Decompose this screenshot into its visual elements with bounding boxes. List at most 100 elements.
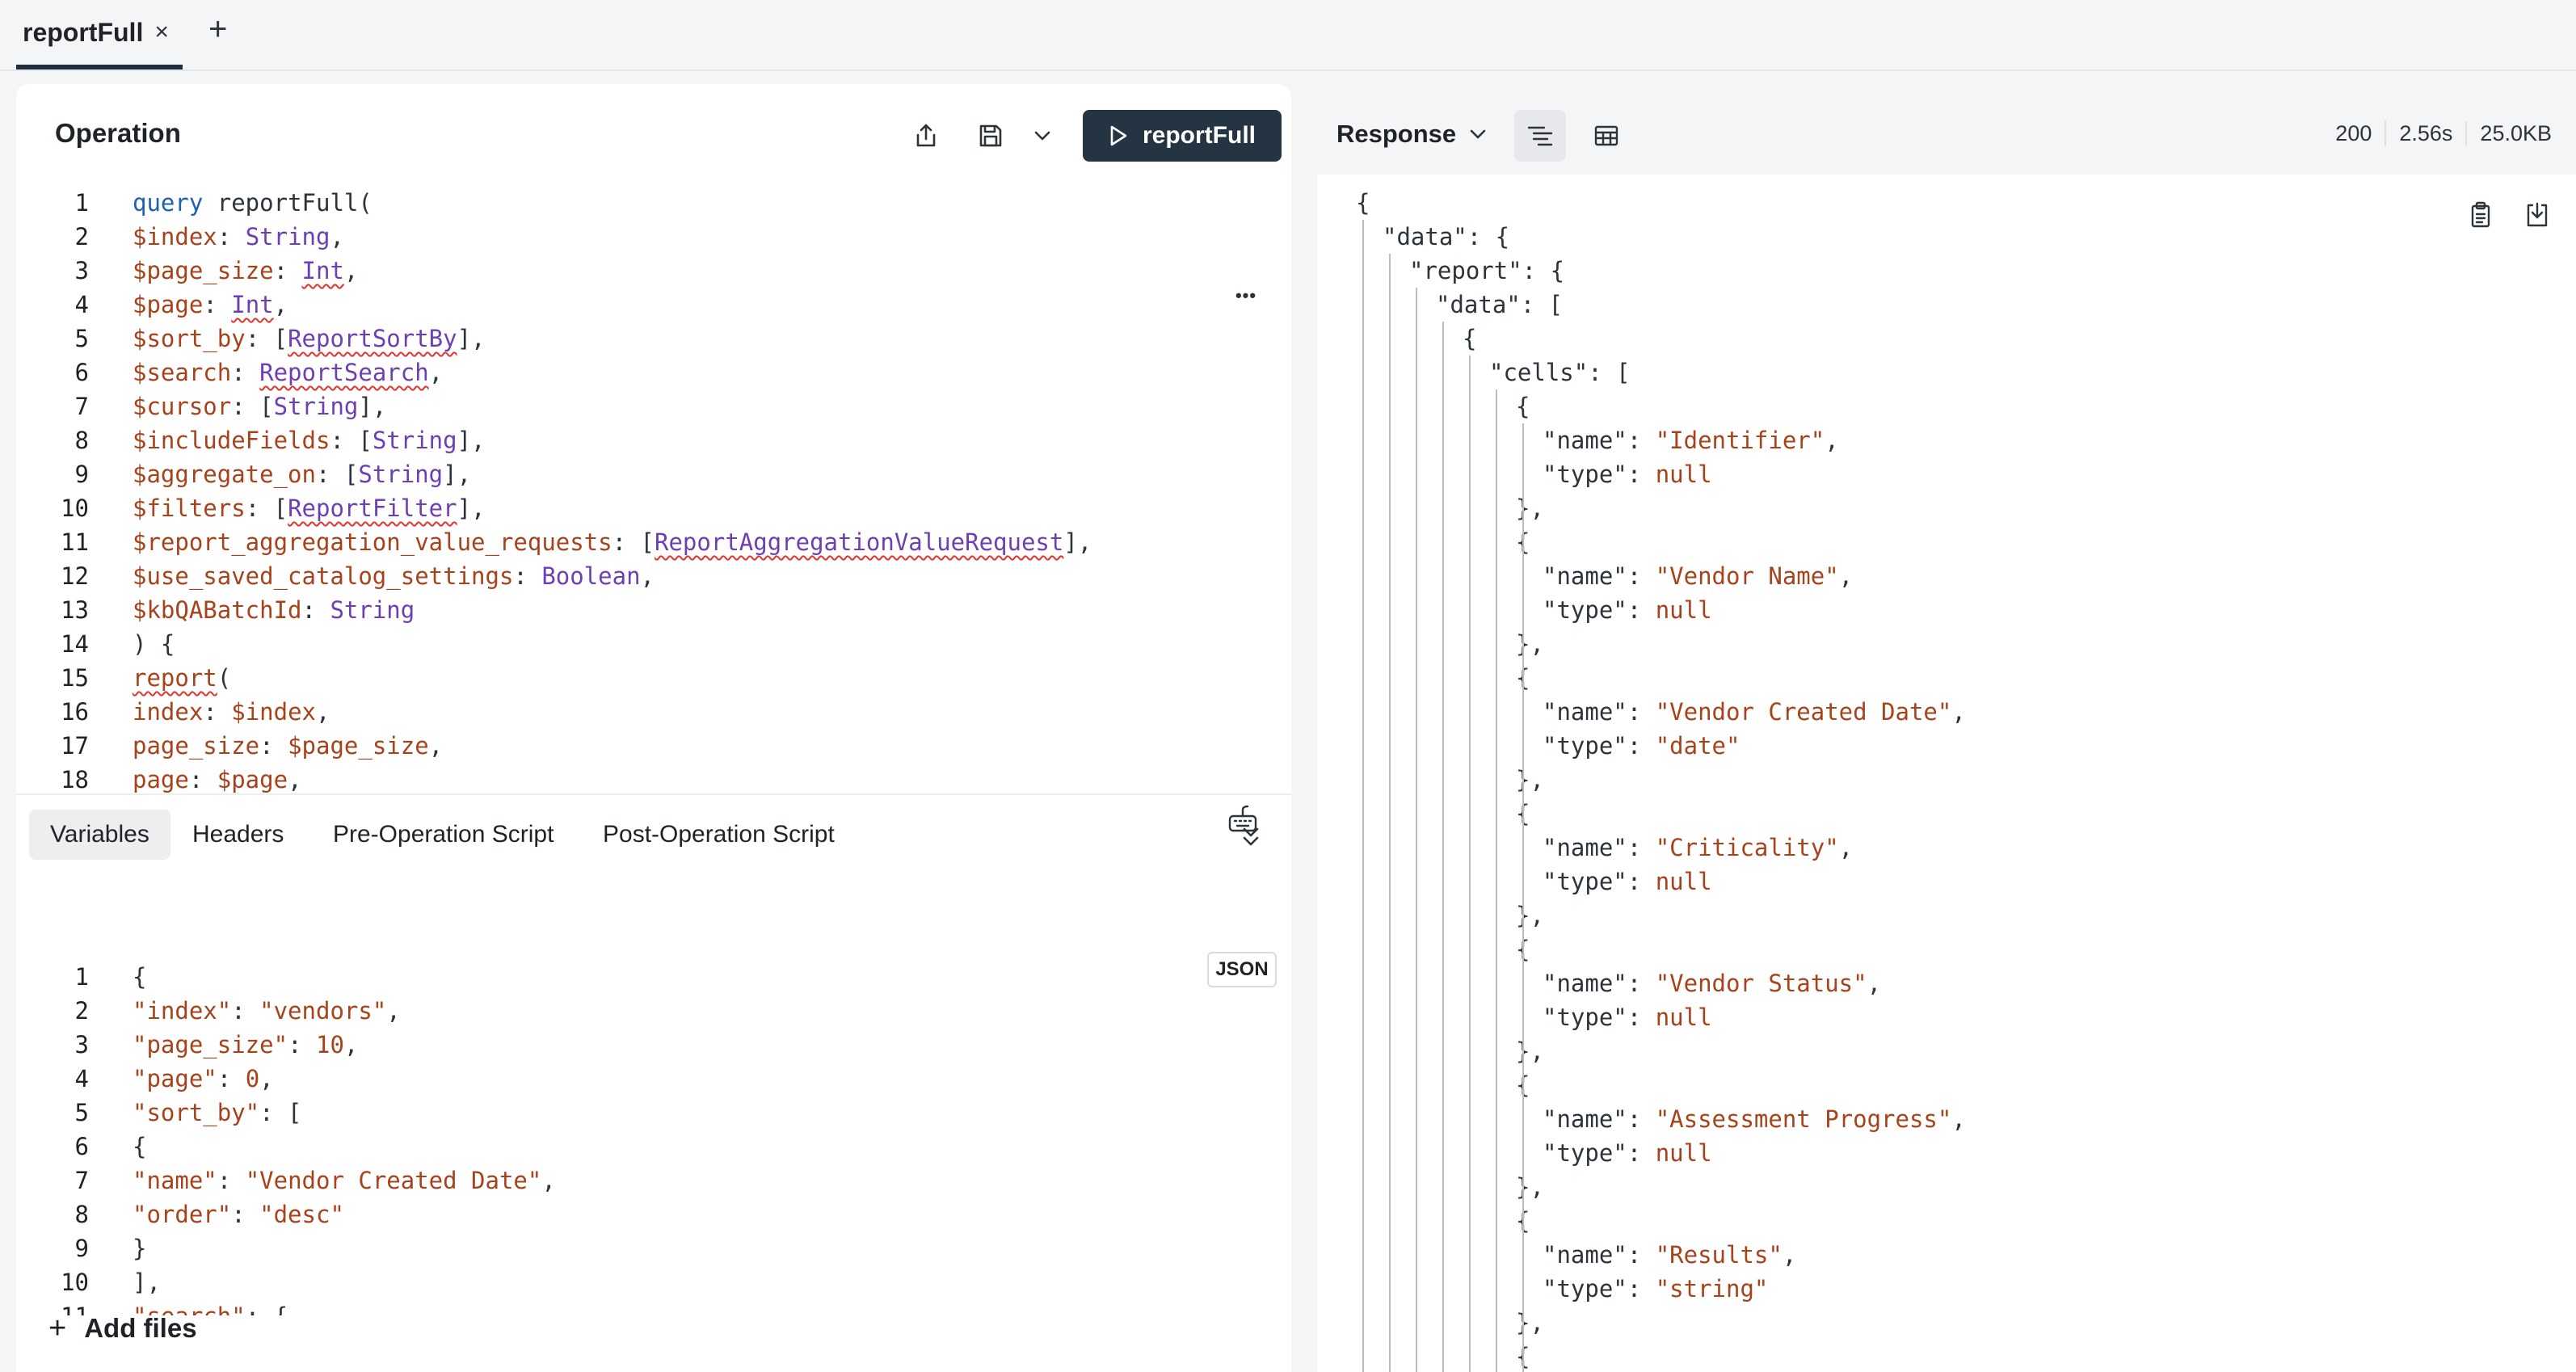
response-body[interactable]: {"data": {"report": {"data": [{"cells": …	[1317, 175, 2576, 1372]
line-number: 3	[74, 257, 89, 284]
operation-code-line: 13 $kbQABatchId: String	[16, 593, 1291, 627]
code-token: String	[372, 427, 457, 454]
line-number: 8	[74, 1201, 89, 1228]
response-line: "name": "Vendor Status",	[1543, 966, 1881, 1000]
response-line: "type": null	[1543, 457, 1712, 491]
variables-code-line: 6{	[16, 1130, 1291, 1164]
line-number: 1	[74, 189, 89, 217]
json-token: "type":	[1543, 1139, 1656, 1167]
response-header: Response 200 2.56s 25.0KB	[1317, 100, 2576, 175]
run-operation-button[interactable]: reportFull	[1083, 110, 1282, 162]
variables-editor[interactable]: 1{2 "index": "vendors", 3 "page_size": 10, 4…	[16, 871, 1291, 1315]
tab-close-icon[interactable]: ×	[154, 19, 169, 46]
operation-code-line: 14) {	[16, 627, 1291, 661]
operation-code-line: 16 index: $index,	[16, 695, 1291, 729]
response-line: },	[1516, 491, 1544, 525]
code-token: :	[259, 732, 288, 760]
tab-headers[interactable]: Headers	[171, 810, 305, 860]
response-line: "name": "Criticality",	[1543, 831, 1853, 865]
variables-code-line: 8 "order": "desc"	[16, 1197, 1291, 1231]
code-token: $index	[231, 698, 316, 726]
add-tab-button[interactable]: +	[208, 11, 227, 48]
operation-code-line: 2 $index: String,	[16, 220, 1291, 254]
line-number: 16	[61, 698, 89, 726]
code-token: ,	[288, 766, 302, 793]
json-token: "data": {	[1383, 223, 1510, 250]
code-token: :	[231, 359, 260, 386]
json-token: "type":	[1543, 732, 1656, 760]
response-line: "type": "string"	[1543, 1272, 1768, 1306]
code-text: index: $index,	[133, 695, 330, 729]
code-token: ,	[343, 1031, 359, 1058]
code-token: {	[133, 963, 147, 991]
json-token: "Vendor Name"	[1655, 562, 1839, 590]
response-line: "report": {	[1409, 254, 1564, 288]
code-token: Int	[301, 257, 344, 284]
response-line: },	[1516, 763, 1544, 797]
code-token: ,	[428, 359, 444, 386]
tree-view-icon[interactable]	[1514, 110, 1566, 162]
response-line: "type": null	[1543, 865, 1712, 899]
code-text: }	[133, 1231, 146, 1265]
operation-panel: Operation reportFull 1 query reportFull(2…	[16, 84, 1291, 1372]
code-token: Int	[231, 291, 274, 318]
double-chevron-down-icon[interactable]	[1235, 821, 1267, 853]
response-line: "type": null	[1543, 593, 1712, 627]
line-number: 9	[74, 1235, 89, 1262]
response-line: "type": "date"	[1543, 729, 1740, 763]
code-token: "page_size"	[133, 1031, 288, 1058]
code-text: $aggregate_on: [String],	[133, 457, 471, 491]
more-options-icon[interactable]: •••	[1223, 278, 1269, 314]
code-text: {	[133, 960, 146, 994]
code-token: ,	[343, 257, 359, 284]
code-token: :	[217, 223, 246, 250]
copy-icon[interactable]	[2464, 199, 2497, 231]
code-token: ReportAggregationValueRequest	[655, 528, 1064, 556]
operation-code-line: 11 $report_aggregation_value_requests: [R…	[16, 525, 1291, 559]
response-line: "name": "Vendor Created Date",	[1543, 695, 1966, 729]
variables-code-line: 7 "name": "Vendor Created Date",	[16, 1164, 1291, 1197]
code-token: query	[133, 189, 217, 217]
operation-code-line: 12 $use_saved_catalog_settings: Boolean,	[16, 559, 1291, 593]
tab-variables[interactable]: Variables	[29, 810, 170, 860]
share-icon[interactable]	[907, 116, 945, 155]
json-token: {	[1356, 189, 1370, 217]
save-icon[interactable]	[971, 116, 1010, 155]
line-number: 5	[74, 325, 89, 352]
line-number: 18	[61, 766, 89, 793]
json-token: {	[1516, 393, 1530, 420]
operation-code-line: 9 $aggregate_on: [String],	[16, 457, 1291, 491]
add-files-button[interactable]: + Add files	[48, 1304, 197, 1353]
code-token: String	[358, 461, 444, 488]
code-text: $index: String,	[133, 220, 344, 254]
code-token: :	[301, 596, 330, 624]
operation-code-line: 7 $cursor: [String],	[16, 389, 1291, 423]
chevron-down-icon[interactable]	[1023, 116, 1062, 155]
code-token: $cursor	[133, 393, 232, 420]
code-text: $includeFields: [String],	[133, 423, 486, 457]
download-icon[interactable]	[2521, 199, 2553, 231]
json-token: null	[1655, 596, 1712, 624]
response-line: "data": {	[1383, 220, 1509, 254]
code-text: $sort_by: [ReportSortBy],	[133, 322, 486, 356]
tab-reportfull[interactable]: reportFull ×	[16, 0, 183, 69]
line-number: 11	[61, 528, 89, 556]
chevron-down-icon	[1470, 129, 1486, 139]
response-dropdown[interactable]: Response	[1336, 120, 1487, 149]
table-view-icon[interactable]	[1581, 110, 1632, 162]
tab-post-operation-script[interactable]: Post-Operation Script	[582, 810, 856, 860]
request-subtabs: Variables Headers Pre-Operation Script P…	[16, 793, 1291, 871]
response-line: {	[1356, 186, 1370, 220]
json-format-badge[interactable]: JSON	[1207, 952, 1277, 987]
response-line: "name": "Assessment Progress",	[1543, 1102, 1966, 1136]
operation-code-line: 3 $page_size: Int,	[16, 254, 1291, 288]
response-line: "type": null	[1543, 1000, 1712, 1034]
tab-pre-operation-script[interactable]: Pre-Operation Script	[312, 810, 575, 860]
code-token: reportFull(	[217, 189, 373, 217]
tab-title: reportFull	[23, 17, 144, 47]
json-token: },	[1516, 902, 1544, 929]
line-number: 17	[61, 732, 89, 760]
operation-editor[interactable]: 1 query reportFull( 2 $index: String, 3 $page…	[16, 186, 1291, 793]
json-token: ,	[1867, 970, 1882, 997]
code-token: $search	[133, 359, 232, 386]
